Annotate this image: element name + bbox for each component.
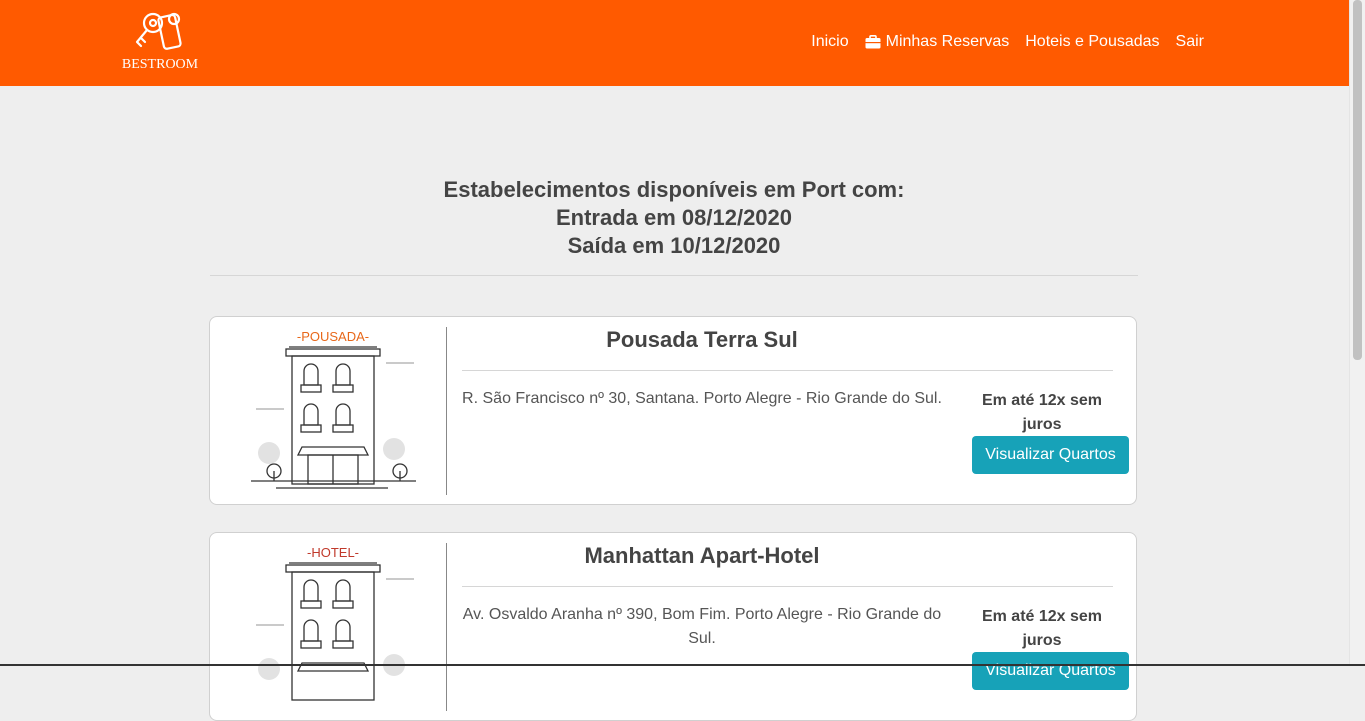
- main-nav: Inicio Minhas Reservas Hoteis e Pousadas…: [811, 33, 1204, 51]
- card-image-divider: [446, 327, 447, 495]
- nav-minhas-reservas[interactable]: Minhas Reservas: [865, 33, 1010, 51]
- page-scrollbar[interactable]: [1349, 0, 1365, 666]
- brand-logo[interactable]: BESTROOM: [118, 10, 202, 76]
- establishment-card: -POUSADA- Pousada Terra Sul R. São Franc…: [209, 316, 1137, 505]
- nav-inicio[interactable]: Inicio: [811, 33, 848, 51]
- card-divider: [462, 586, 1113, 587]
- card-price-info: Em até 12x sem juros: [981, 608, 1103, 649]
- card-title: Pousada Terra Sul: [606, 327, 798, 352]
- briefcase-icon: [865, 35, 881, 49]
- card-divider: [462, 370, 1113, 371]
- heading-divider: [210, 275, 1138, 276]
- scrollbar-thumb[interactable]: [1353, 0, 1362, 360]
- heading-checkin: Entrada em 08/12/2020: [555, 205, 793, 230]
- building-illustration-icon: -POUSADA-: [251, 329, 416, 489]
- key-phone-icon: [135, 12, 182, 50]
- nav-hoteis-pousadas[interactable]: Hoteis e Pousadas: [1025, 33, 1159, 51]
- building-type-label: -HOTEL-: [307, 545, 359, 560]
- heading-location: Estabelecimentos disponíveis em Port com…: [443, 177, 905, 202]
- heading-checkout: Saída em 10/12/2020: [567, 233, 781, 258]
- nav-minhas-reservas-label: Minhas Reservas: [885, 33, 1010, 50]
- nav-inicio-label: Inicio: [811, 33, 849, 50]
- nav-sair[interactable]: Sair: [1176, 33, 1204, 51]
- nav-sair-label: Sair: [1175, 33, 1204, 50]
- card-address: Av. Osvaldo Aranha nº 390, Bom Fim. Port…: [462, 606, 942, 647]
- card-image-divider: [446, 543, 447, 711]
- card-price-info: Em até 12x sem juros: [981, 392, 1103, 433]
- card-address: R. São Francisco nº 30, Santana. Porto A…: [462, 390, 942, 407]
- view-rooms-button[interactable]: Visualizar Quartos: [972, 652, 1129, 690]
- card-title: Manhattan Apart-Hotel: [584, 543, 820, 568]
- brand-name: BESTROOM: [121, 57, 199, 72]
- top-navbar: BESTROOM Inicio Minhas Reservas Hoteis e…: [0, 0, 1349, 86]
- establishment-card: -HOTEL- Manhattan Apart-Hotel Av. Osvald…: [209, 532, 1137, 721]
- view-rooms-button[interactable]: Visualizar Quartos: [972, 436, 1129, 474]
- nav-hoteis-pousadas-label: Hoteis e Pousadas: [1025, 33, 1160, 50]
- page-heading: Estabelecimentos disponíveis em Port com…: [210, 176, 1138, 260]
- building-illustration-icon: -HOTEL-: [256, 545, 414, 701]
- building-type-label: -POUSADA-: [297, 329, 369, 344]
